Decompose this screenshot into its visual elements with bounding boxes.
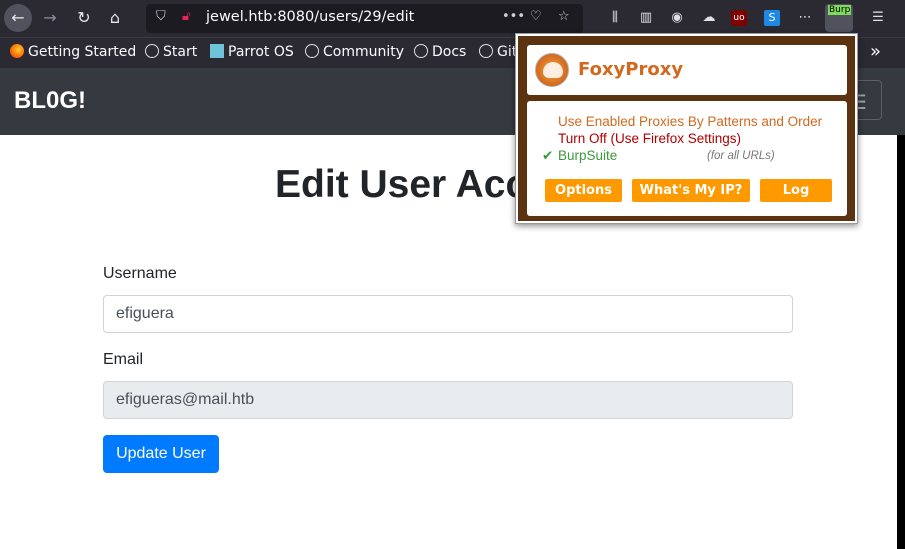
bookmark-label: Community	[323, 44, 405, 60]
page-actions-icon[interactable]: •••	[502, 9, 525, 24]
email-label: Email	[103, 351, 144, 368]
bookmarks-overflow-icon[interactable]: »	[870, 41, 881, 62]
foxy-badge: Burp	[828, 5, 852, 15]
bookmark-label: Parrot OS	[228, 44, 294, 60]
proxy-burpsuite-option[interactable]: BurpSuite	[558, 148, 617, 163]
insecure-lock-icon[interactable]: 🔓︎	[182, 9, 190, 24]
url-bar[interactable]: ⛉ 🔓︎ jewel.htb:8080/users/29/edit ••• ♡ …	[146, 4, 583, 33]
checkmark-icon: ✔	[542, 148, 554, 163]
more-extensions-icon[interactable]: ⋯	[795, 8, 815, 28]
extension-s-icon[interactable]: S	[764, 10, 780, 26]
foxyproxy-icon[interactable]: Burp	[825, 4, 853, 32]
firefox-icon	[10, 44, 24, 58]
bookmark-parrot-os[interactable]: Parrot OS	[210, 44, 294, 60]
username-label: Username	[103, 265, 177, 282]
mode-off-option[interactable]: Turn Off (Use Firefox Settings)	[558, 131, 741, 146]
bookmark-start[interactable]: Start	[145, 44, 197, 60]
username-input[interactable]	[103, 295, 793, 333]
menu-icon[interactable]: ☰	[868, 8, 888, 28]
bookmark-label: Start	[163, 44, 198, 60]
bookmark-community[interactable]: Community	[305, 44, 404, 60]
browser-toolbar: ← → ↻ ⌂ ⛉ 🔓︎ jewel.htb:8080/users/29/edi…	[0, 0, 905, 37]
globe-icon	[414, 44, 428, 58]
mode-patterns-option[interactable]: Use Enabled Proxies By Patterns and Orde…	[558, 114, 822, 129]
reload-icon[interactable]: ↻	[70, 4, 98, 32]
globe-icon	[479, 44, 493, 58]
url-text: jewel.htb:8080/users/29/edit	[206, 9, 415, 25]
bookmark-label: Docs	[432, 44, 467, 60]
account-icon[interactable]: ◉	[667, 8, 687, 28]
parrot-icon	[210, 44, 224, 58]
ublock-icon[interactable]: uo	[731, 10, 747, 26]
home-icon[interactable]: ⌂	[101, 4, 129, 32]
proxy-note: (for all URLs)	[707, 150, 775, 162]
bookmark-docs[interactable]: Docs	[414, 44, 466, 60]
globe-icon	[305, 44, 319, 58]
back-icon[interactable]: ←	[4, 4, 32, 32]
globe-icon	[145, 44, 159, 58]
library-icon[interactable]: ⫼	[605, 8, 625, 28]
foxyproxy-logo-icon	[535, 53, 569, 87]
bookmark-star-icon[interactable]: ☆	[558, 9, 570, 24]
foxyproxy-frame: FoxyProxy Use Enabled Proxies By Pattern…	[518, 36, 855, 221]
extension-icon[interactable]: ☁	[699, 8, 719, 28]
fox-face-icon	[543, 62, 563, 78]
foxyproxy-body: Use Enabled Proxies By Patterns and Orde…	[527, 101, 847, 216]
sidebar-icon[interactable]: ▥	[636, 8, 656, 28]
update-user-button[interactable]: Update User	[103, 435, 219, 473]
pocket-icon[interactable]: ♡	[530, 9, 542, 24]
page-title: Edit User Acc	[275, 163, 528, 206]
foxyproxy-title: FoxyProxy	[578, 59, 684, 80]
email-input[interactable]	[103, 381, 793, 419]
foxyproxy-popup: FoxyProxy Use Enabled Proxies By Pattern…	[515, 33, 858, 224]
whats-my-ip-button[interactable]: What's My IP?	[632, 179, 750, 202]
scrollbar[interactable]	[897, 135, 905, 549]
bookmark-git[interactable]: Git	[479, 44, 517, 60]
options-button[interactable]: Options	[545, 179, 622, 202]
forward-icon[interactable]: →	[36, 4, 64, 32]
bookmark-label: Getting Started	[28, 44, 137, 60]
foxyproxy-header: FoxyProxy	[527, 45, 847, 95]
site-brand[interactable]: BL0G!	[14, 87, 86, 115]
bookmark-getting-started[interactable]: Getting Started	[10, 44, 136, 60]
shield-icon[interactable]: ⛉	[156, 9, 166, 24]
log-button[interactable]: Log	[760, 179, 832, 202]
